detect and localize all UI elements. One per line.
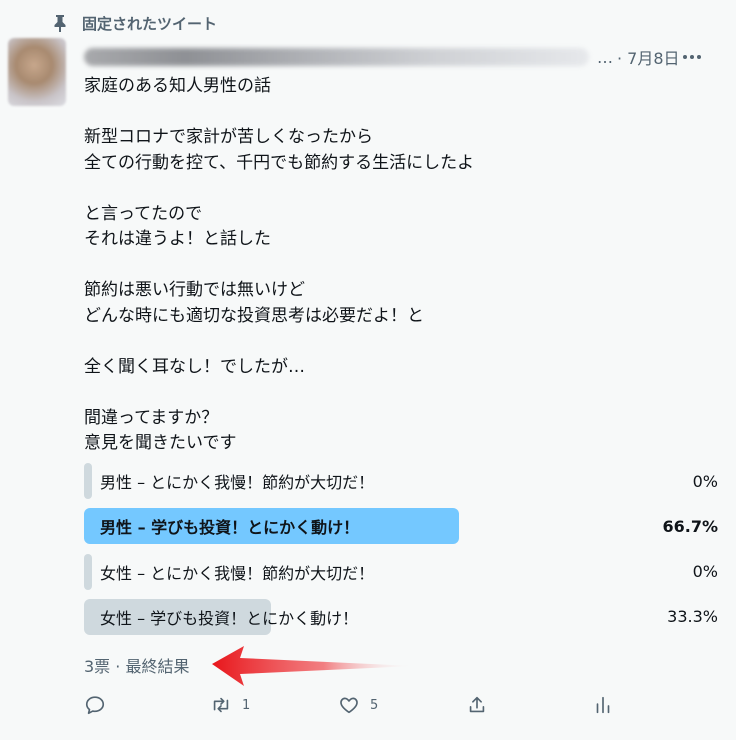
tweet-header: … · 7月8日 (84, 44, 724, 70)
analytics-icon (596, 696, 610, 714)
more-icon[interactable] (680, 44, 704, 70)
retweet-icon (213, 697, 229, 713)
poll-footer: 3票 · 最終結果 (84, 657, 190, 676)
poll-option-percent: 66.7% (662, 516, 718, 536)
tweet-date[interactable]: · 7月8日 (617, 45, 680, 69)
poll-option: 女性 – とにかく我慢！節約が大切だ！ 0% (84, 552, 718, 592)
pinned-indicator: 固定されたツイート (52, 10, 217, 36)
reply-icon (85, 696, 105, 715)
poll-option-label: 女性 – 学びも投資！とにかく動け！ (100, 608, 359, 628)
tweet-actions: 1 5 (84, 690, 624, 720)
poll-option: 女性 – 学びも投資！とにかく動け！ 33.3% (84, 597, 718, 637)
like-count: 5 (370, 697, 379, 713)
share-icon (469, 696, 485, 713)
reply-button[interactable] (84, 690, 116, 720)
poll-option: 男性 – 学びも投資！とにかく動け！ 66.7% (84, 506, 718, 546)
poll-option-label: 男性 – とにかく我慢！節約が大切だ！ (100, 473, 375, 492)
poll-option-label: 男性 – 学びも投資！とにかく動け！ (100, 518, 360, 538)
poll-option-percent: 0% (692, 471, 718, 491)
poll-option-percent: 0% (692, 562, 718, 582)
retweet-count: 1 (242, 697, 251, 713)
analytics-button[interactable] (592, 690, 614, 720)
retweet-button[interactable]: 1 (210, 690, 250, 720)
poll-option-label: 女性 – とにかく我慢！節約が大切だ！ (100, 563, 375, 583)
annotation-arrow-icon (212, 646, 415, 686)
pin-icon (54, 15, 66, 32)
avatar[interactable] (8, 38, 66, 106)
poll-option-percent: 33.3% (667, 607, 718, 627)
blurred-author-name[interactable] (84, 48, 589, 66)
poll: 男性 – とにかく我慢！節約が大切だ！ 0% 男性 – 学びも投資！とにかく動け！ 6… (84, 461, 718, 642)
like-icon (340, 697, 358, 714)
tweet-text: 家庭のある知人男性の話 新型コロナで家計が苦しくなったから 全ての行動を控て、千… (84, 76, 475, 453)
like-button[interactable]: 5 (338, 690, 378, 720)
poll-option: 男性 – とにかく我慢！節約が大切だ！ 0% (84, 461, 718, 501)
name-truncation: … (597, 47, 613, 67)
share-button[interactable] (466, 690, 488, 720)
pinned-label: 固定されたツイート (82, 14, 218, 33)
